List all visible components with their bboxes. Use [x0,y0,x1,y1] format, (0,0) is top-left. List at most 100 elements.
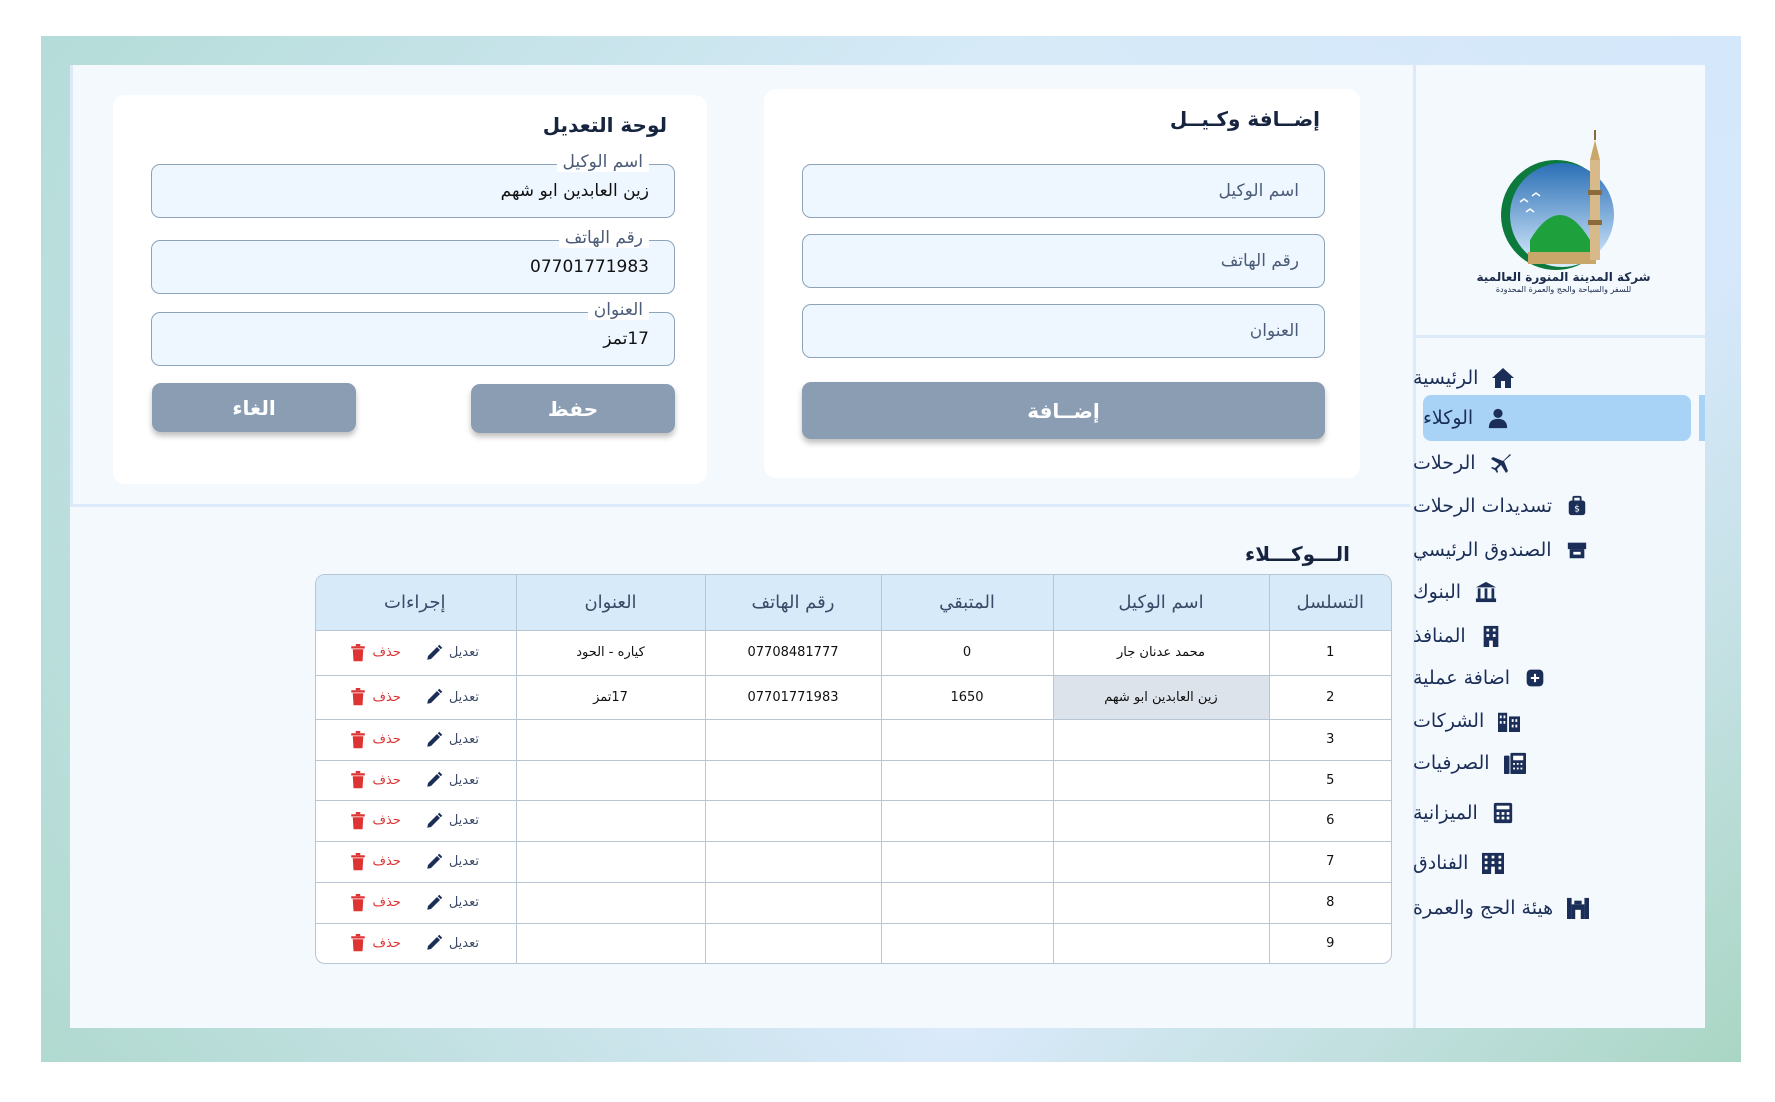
row-actions: تعديل حذف [316,893,516,912]
header-name: اسم الوكيل [1052,575,1269,630]
seq-cell: 3 [1268,718,1391,760]
delete-label: حذف [372,645,401,660]
remaining-cell: 0 [880,629,1053,675]
agent-phone-field[interactable] [802,234,1325,288]
actions-cell: تعديل حذف [316,840,516,882]
row-actions: تعديل حذف [316,852,516,871]
table-row[interactable]: 5 تعديل حذف [316,759,1391,800]
sidebar-item-hajj-authority[interactable]: هيئة الحج والعمرة [1413,885,1705,931]
row-actions: تعديل حذف [316,688,516,706]
address-cell: كياره - الحود [515,629,705,675]
agent-address-input[interactable] [803,305,1324,357]
edit-row-button[interactable]: تعديل [425,688,479,706]
delete-row-button[interactable]: حذف [350,643,401,662]
table-row[interactable]: 3 تعديل حذف [316,718,1391,760]
sidebar-item-companies[interactable]: الشركات [1413,698,1705,744]
edit-phone-input[interactable] [152,241,674,293]
sidebar-item-budget[interactable]: الميزانية [1413,790,1705,836]
sidebar-item-main-fund[interactable]: الصندوق الرئيسي [1413,527,1705,573]
delete-row-button[interactable]: حذف [350,934,401,952]
address-cell [515,840,705,882]
table-row[interactable]: 8 تعديل حذف [316,881,1391,923]
sidebar: شركة المدينة المنورة العالمية للسفر والس… [1413,65,1705,1028]
seq-cell: 8 [1268,881,1391,923]
trash-icon [351,811,366,829]
phone-cell [704,759,881,800]
agent-name-field[interactable] [802,164,1325,218]
agents-table: التسلسل اسم الوكيل المتبقي رقم الهاتف ال… [315,574,1392,964]
cancel-button[interactable]: الغاء [152,383,356,432]
sidebar-item-hotels[interactable]: الفنادق [1413,840,1705,886]
edit-name-input[interactable] [152,165,674,217]
pencil-icon [427,935,443,950]
sidebar-item-expenses[interactable]: الصرفيات [1413,740,1705,786]
hotel-icon [1480,850,1506,876]
remaining-cell [880,922,1053,963]
delete-label: حذف [372,935,401,951]
delete-row-button[interactable]: حذف [350,730,401,749]
edit-address-field[interactable]: العنوان [151,300,675,366]
delete-row-button[interactable]: حذف [350,852,401,871]
save-button[interactable]: حفظ [471,384,675,433]
table-row[interactable]: 6 تعديل حذف [316,799,1391,841]
sidebar-item-label: المنافذ [1413,625,1466,647]
table-row[interactable]: 2 زين العابدين ابو شهم 1650 07701771983 17تم… [316,674,1391,719]
delete-label: حذف [372,813,401,828]
seq-cell: 2 [1268,674,1391,719]
sidebar-item-add-operation[interactable]: اضافة عملية [1413,655,1705,701]
sidebar-item-trip-payments[interactable]: $ تسديدات الرحلات [1413,483,1705,529]
edit-row-button[interactable]: تعديل [425,812,479,830]
delete-label: حذف [372,772,401,788]
actions-cell: تعديل حذف [316,922,516,963]
address-cell [515,759,705,800]
agent-name-input[interactable] [803,165,1324,217]
edit-row-button[interactable]: تعديل [425,853,479,871]
trash-icon [351,771,366,789]
edit-row-button[interactable]: تعديل [425,771,479,789]
sidebar-item-label: الرئيسية [1413,367,1479,389]
app-window: شركة المدينة المنورة العالمية للسفر والس… [70,65,1705,1028]
delete-row-button[interactable]: حذف [350,811,401,830]
delete-row-button[interactable]: حذف [350,688,401,706]
edit-row-button[interactable]: تعديل [425,731,479,749]
agent-address-field[interactable] [802,304,1325,358]
bank-icon [1473,579,1499,605]
edit-row-button[interactable]: تعديل [425,934,479,952]
name-cell [1052,881,1269,923]
add-agent-button[interactable]: إضــافة [802,382,1325,439]
agent-phone-input[interactable] [803,235,1324,287]
actions-cell: تعديل حذف [316,799,516,841]
header-actions: إجراءات [316,575,516,630]
logo-line-2: للسفر والسياحة والحج والعمرة المحدودة [1495,285,1632,294]
pencil-icon [427,644,443,660]
phone-cell: 07701771983 [704,674,881,719]
phone-cell [704,840,881,882]
table-row[interactable]: 7 تعديل حذف [316,840,1391,882]
pencil-icon [427,812,443,828]
sidebar-item-outlets[interactable]: المنافذ [1413,613,1705,659]
sidebar-item-banks[interactable]: البنوك [1413,569,1705,615]
row-actions: تعديل حذف [316,730,516,749]
header-phone: رقم الهاتف [704,575,881,630]
delete-row-button[interactable]: حذف [350,893,401,912]
edit-phone-field[interactable]: رقم الهاتف [151,228,675,294]
pencil-icon [427,731,443,747]
sidebar-item-trips[interactable]: الرحلات [1413,440,1705,486]
city-icon [1496,708,1522,734]
address-cell [515,799,705,841]
edit-row-button[interactable]: تعديل [425,894,479,912]
table-row[interactable]: 1 محمد عدنان جار 0 07708481777 كياره - الحود… [316,629,1391,675]
row-actions: تعديل حذف [316,771,516,789]
sidebar-item-agents[interactable]: الوكلاء [1423,395,1705,441]
table-row[interactable]: 9 تعديل حذف [316,922,1391,963]
logo-line-1: شركة المدينة المنورة العالمية [1476,270,1651,284]
seq-cell: 7 [1268,840,1391,882]
seq-cell: 5 [1268,759,1391,800]
edit-address-input[interactable] [152,313,674,365]
delete-row-button[interactable]: حذف [350,771,401,789]
edit-row-button[interactable]: تعديل [425,644,479,662]
kaaba-icon [1565,895,1591,921]
add-agent-title: إضــافة وكـيــل [1169,107,1320,131]
edit-label: تعديل [448,689,480,705]
edit-name-field[interactable]: اسم الوكيل [151,152,675,218]
